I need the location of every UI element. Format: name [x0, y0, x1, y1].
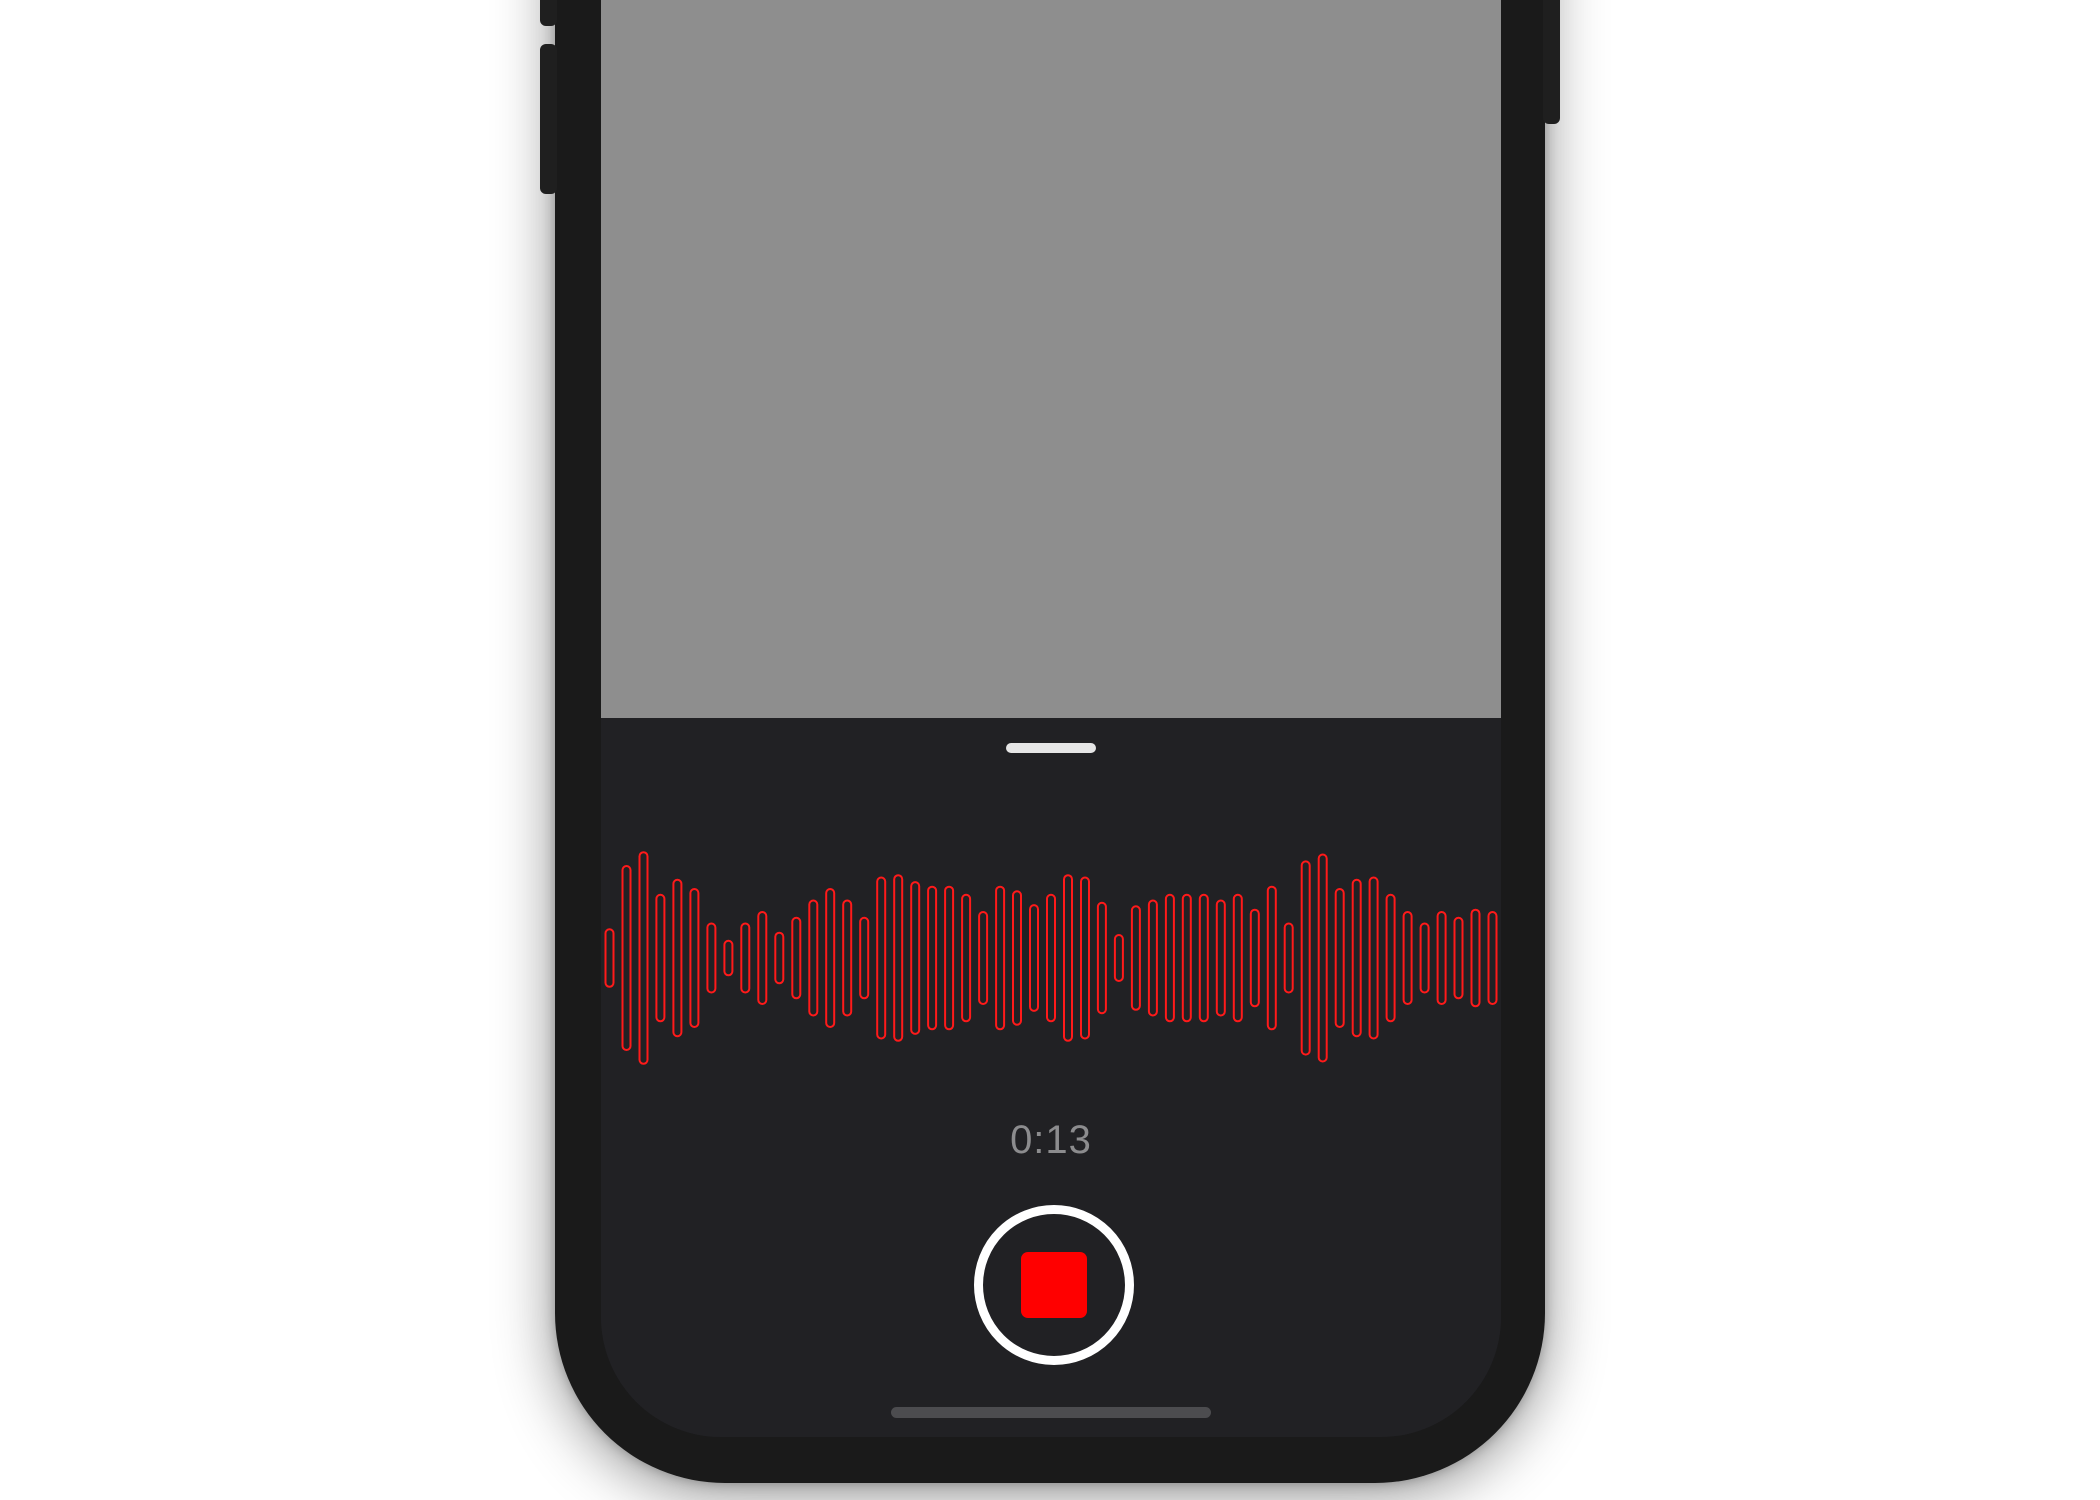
- waveform-bar: [893, 874, 904, 1042]
- waveform-bar: [910, 881, 921, 1035]
- waveform-bar: [604, 928, 615, 988]
- waveform-bar: [1266, 885, 1277, 1031]
- waveform-bar: [1249, 908, 1260, 1008]
- waveform-bar: [1368, 876, 1379, 1040]
- waveform-bar: [1232, 893, 1243, 1023]
- phone-side-button-top-left: [540, 0, 557, 26]
- waveform-bar: [825, 888, 836, 1028]
- waveform-bar: [791, 916, 802, 1000]
- waveform-bar: [995, 885, 1006, 1031]
- waveform-bar: [757, 911, 768, 1005]
- waveform-bar: [1096, 901, 1107, 1015]
- waveform-bar: [1012, 890, 1022, 1026]
- waveform-bar: [655, 893, 666, 1023]
- waveform-bar: [1283, 922, 1294, 994]
- waveform-bar: [672, 878, 683, 1038]
- elapsed-time-label: 0:13: [1010, 1118, 1092, 1162]
- waveform-bar: [1198, 893, 1209, 1023]
- waveform-bar: [944, 885, 955, 1031]
- waveform-bar: [1317, 853, 1328, 1063]
- waveform-bar: [1215, 899, 1226, 1017]
- waveform-bar: [1402, 911, 1413, 1005]
- waveform-bar: [808, 899, 819, 1017]
- waveform-bar: [1470, 908, 1481, 1008]
- waveform-bar: [1164, 893, 1175, 1023]
- waveform-bar: [961, 893, 972, 1023]
- waveform-bar: [774, 931, 785, 985]
- phone-screen: 0:13: [601, 0, 1501, 1437]
- waveform-bar: [1419, 922, 1430, 994]
- waveform-bar: [1080, 876, 1090, 1040]
- content-placeholder: [601, 0, 1501, 718]
- phone-volume-button: [540, 44, 557, 194]
- waveform-bar: [706, 922, 717, 994]
- waveform-bar: [1029, 904, 1039, 1012]
- waveform-bar: [1063, 874, 1073, 1042]
- waveform-bar: [1046, 893, 1056, 1023]
- waveform-bar: [1334, 888, 1345, 1028]
- waveform-bar: [1181, 893, 1192, 1023]
- waveform-bar: [1147, 899, 1158, 1017]
- waveform-bar: [638, 851, 649, 1065]
- waveform-bar: [1385, 893, 1396, 1023]
- waveform-bar: [1300, 860, 1311, 1056]
- waveform-bar: [740, 922, 751, 994]
- waveform-bar: [1487, 911, 1498, 1005]
- waveform-bar: [689, 888, 700, 1028]
- waveform-bar: [978, 911, 989, 1005]
- waveform-bar: [859, 916, 870, 1000]
- waveform-bar: [1453, 916, 1464, 1000]
- stop-icon: [1021, 1252, 1087, 1318]
- sheet-grabber-handle[interactable]: [1006, 743, 1096, 753]
- stop-recording-button[interactable]: [974, 1205, 1134, 1365]
- waveform-bar: [927, 885, 938, 1031]
- waveform-bar: [1351, 878, 1362, 1038]
- waveform-bar: [621, 865, 632, 1051]
- phone-power-button: [1543, 0, 1560, 124]
- waveform-bar: [1113, 934, 1124, 982]
- home-indicator[interactable]: [891, 1407, 1211, 1418]
- waveform-bar: [842, 899, 853, 1017]
- waveform-bar: [1130, 905, 1141, 1011]
- waveform-bar: [876, 876, 887, 1040]
- audio-waveform: [604, 851, 1498, 1065]
- recording-sheet[interactable]: 0:13: [601, 718, 1501, 1437]
- waveform-bar: [723, 939, 734, 977]
- waveform-bar: [1436, 911, 1447, 1005]
